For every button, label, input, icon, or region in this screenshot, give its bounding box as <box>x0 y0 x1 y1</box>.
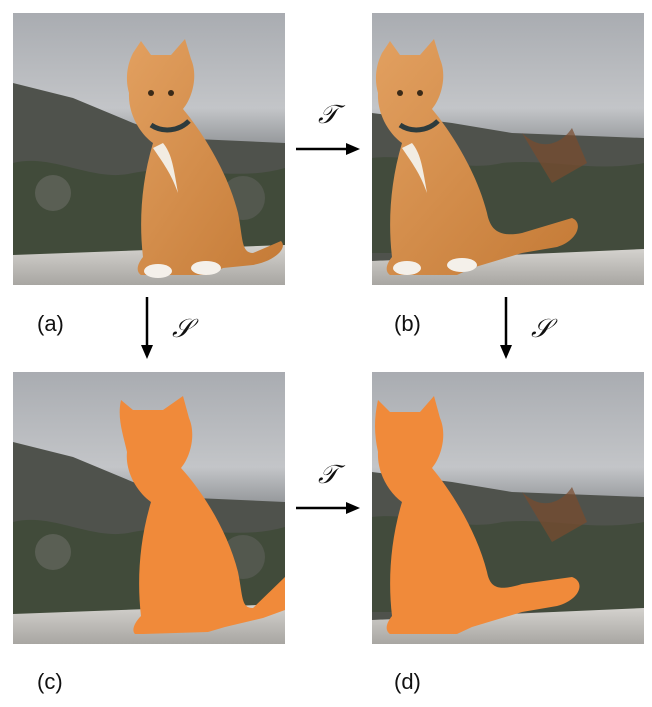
panel-d-mask <box>372 372 644 644</box>
panel-b-photo <box>372 13 644 285</box>
transform-operator-label: 𝒯 <box>318 100 338 129</box>
panel-c-label: (c) <box>37 669 63 694</box>
panel-c-mask <box>13 372 285 644</box>
panel-a-label: (a) <box>37 311 64 336</box>
panel-a-photo <box>13 13 285 285</box>
transform-operator-label: 𝒯 <box>318 460 338 489</box>
arrow-right-icon <box>296 143 360 155</box>
segment-operator-label: 𝒮 <box>172 314 193 343</box>
segment-operator-label: 𝒮 <box>531 314 552 343</box>
panel-d-label: (d) <box>394 669 421 694</box>
arrow-right-icon <box>296 502 360 514</box>
panel-b-label: (b) <box>394 311 421 336</box>
arrow-down-icon <box>141 297 153 359</box>
arrow-down-icon <box>500 297 512 359</box>
